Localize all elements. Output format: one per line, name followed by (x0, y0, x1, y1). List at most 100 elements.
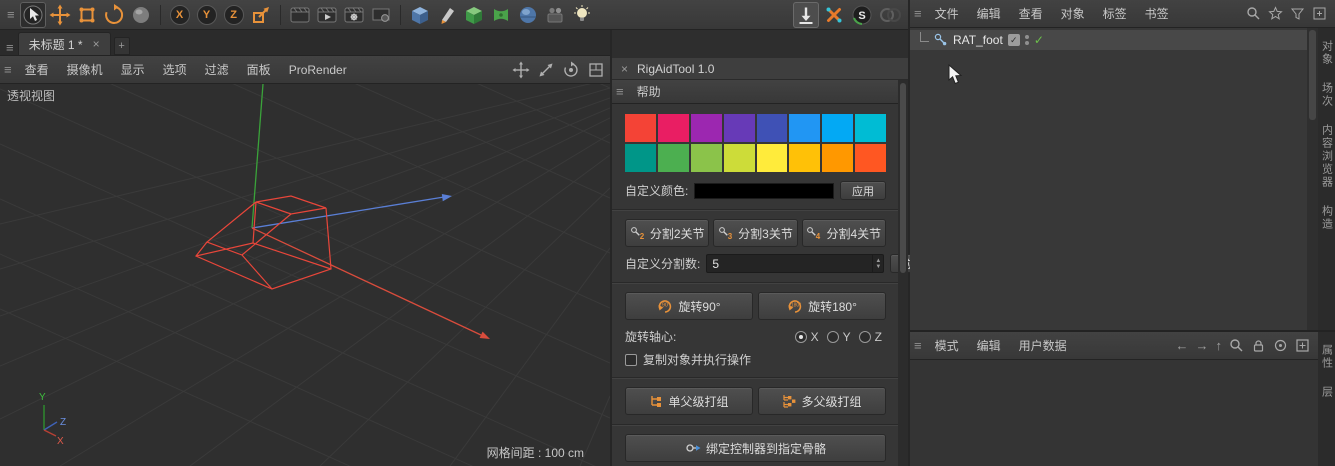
om-menu-tags[interactable]: 标签 (1094, 5, 1136, 22)
attr-menu-userdata[interactable]: 用户数据 (1010, 337, 1076, 354)
render-picture-viewer-button[interactable] (314, 2, 340, 28)
custom-split-input[interactable] (707, 255, 872, 272)
add-deformer-button[interactable] (488, 2, 514, 28)
add-scene-object-button[interactable] (542, 2, 568, 28)
document-tab[interactable]: 未标题 1 * × (18, 32, 111, 55)
lock-x-axis-button[interactable]: X (167, 2, 193, 28)
view-name-label[interactable]: 透视视图 (7, 87, 55, 104)
substance-button[interactable]: S (849, 2, 875, 28)
tab-takes[interactable]: 场次 (1319, 82, 1335, 108)
add-environment-button[interactable] (515, 2, 541, 28)
tab-content-browser[interactable]: 内容浏览器 (1319, 124, 1335, 189)
toolbar-grip-icon[interactable]: ≡ (3, 7, 19, 22)
object-manager-list[interactable]: RAT_foot ✓ ✓ (910, 28, 1307, 330)
palette-swatch[interactable] (822, 114, 853, 142)
rotate-tool-button[interactable] (101, 2, 127, 28)
up-level-icon[interactable]: ↑ (1216, 339, 1223, 352)
split-2-joints-button[interactable]: 2 分割2关节 (625, 219, 709, 247)
pan-view-button[interactable] (511, 60, 531, 80)
palette-swatch[interactable] (855, 114, 886, 142)
plugin-x-button[interactable] (821, 2, 847, 28)
spline-pen-button[interactable] (434, 2, 460, 28)
lock-z-axis-button[interactable]: Z (221, 2, 247, 28)
rotate-axis-z-radio[interactable] (859, 331, 871, 343)
rotate-90-button[interactable]: 90° 旋转90° (625, 292, 753, 320)
vp-menu-camera[interactable]: 摄像机 (58, 61, 112, 78)
viewport-grip-icon[interactable]: ≡ (2, 40, 18, 55)
palette-swatch[interactable] (757, 144, 788, 172)
object-manager-grip-icon[interactable]: ≡ (910, 6, 926, 21)
rotate-axis-x-radio[interactable] (795, 331, 807, 343)
vp-menu-filter[interactable]: 过滤 (196, 61, 238, 78)
history-forward-icon[interactable]: → (1196, 339, 1209, 352)
layout-panel-icon[interactable] (1312, 6, 1327, 21)
tab-attributes[interactable]: 属性 (1319, 344, 1335, 370)
vp-menu-view[interactable]: 查看 (16, 61, 58, 78)
object-manager-scrollbar[interactable] (1307, 28, 1318, 330)
palette-swatch[interactable] (691, 114, 722, 142)
spinner[interactable]: ▲ ▼ (872, 255, 883, 272)
attribute-manager-content[interactable] (910, 360, 1318, 466)
object-name[interactable]: RAT_foot (953, 33, 1003, 47)
apply-color-button[interactable]: 应用 (840, 181, 886, 200)
palette-swatch[interactable] (724, 144, 755, 172)
attr-menu-edit[interactable]: 编辑 (968, 337, 1010, 354)
add-light-button[interactable] (569, 2, 595, 28)
tab-structure[interactable]: 构造 (1319, 205, 1335, 231)
vp-menu-prorender[interactable]: ProRender (280, 63, 356, 77)
om-menu-bookmarks[interactable]: 书签 (1136, 5, 1178, 22)
palette-swatch[interactable] (625, 114, 656, 142)
palette-swatch[interactable] (658, 114, 689, 142)
palette-swatch[interactable] (658, 144, 689, 172)
vp-menu-display[interactable]: 显示 (112, 61, 154, 78)
rotate-axis-y-radio[interactable] (827, 331, 839, 343)
add-generator-button[interactable] (461, 2, 487, 28)
toggle-view-button[interactable] (586, 60, 606, 80)
attr-menu-mode[interactable]: 模式 (926, 337, 968, 354)
tab-layers[interactable]: 层 (1319, 386, 1335, 399)
last-tool-button[interactable] (128, 2, 154, 28)
add-panel-icon[interactable] (1295, 338, 1310, 353)
viewport-canvas[interactable]: Y Z X 透视视图 网格间距 : 100 cm (0, 84, 610, 466)
live-selection-tool-button[interactable] (20, 2, 46, 28)
palette-swatch[interactable] (691, 144, 722, 172)
om-menu-view[interactable]: 查看 (1010, 5, 1052, 22)
group-multi-parent-button[interactable]: 多父级打组 (758, 387, 886, 415)
interactive-render-region-button[interactable] (368, 2, 394, 28)
palette-swatch[interactable] (822, 144, 853, 172)
coordinate-system-button[interactable] (248, 2, 274, 28)
history-back-icon[interactable]: ← (1176, 339, 1189, 352)
lock-y-axis-button[interactable]: Y (194, 2, 220, 28)
zoom-view-button[interactable] (536, 60, 556, 80)
rotate-view-button[interactable] (561, 60, 581, 80)
om-menu-edit[interactable]: 编辑 (968, 5, 1010, 22)
group-single-parent-button[interactable]: 单父级打组 (625, 387, 753, 415)
palette-swatch[interactable] (724, 114, 755, 142)
tab-objects[interactable]: 对象 (1319, 40, 1335, 66)
scale-tool-button[interactable] (74, 2, 100, 28)
om-menu-objects[interactable]: 对象 (1052, 5, 1094, 22)
object-row-rat-foot[interactable]: RAT_foot ✓ ✓ (910, 30, 1307, 50)
rigaidtool-scrollbar[interactable] (898, 80, 908, 466)
vp-menu-panel[interactable]: 面板 (238, 61, 280, 78)
palette-swatch[interactable] (789, 114, 820, 142)
capture-button[interactable] (793, 2, 819, 28)
tab-close-icon[interactable]: × (93, 37, 100, 51)
disabled-tools-button[interactable] (877, 2, 903, 28)
render-view-button[interactable] (287, 2, 313, 28)
attribute-grip-icon[interactable]: ≡ (910, 338, 926, 353)
scrollbar-thumb[interactable] (900, 83, 906, 273)
palette-swatch[interactable] (855, 144, 886, 172)
om-menu-file[interactable]: 文件 (926, 5, 968, 22)
copy-object-checkbox[interactable] (625, 354, 637, 366)
palette-swatch[interactable] (625, 144, 656, 172)
filter-funnel-icon[interactable] (1290, 6, 1305, 21)
enabled-check-icon[interactable]: ✓ (1034, 33, 1044, 47)
rotate-180-button[interactable]: 180° 旋转180° (758, 292, 886, 320)
move-tool-button[interactable] (47, 2, 73, 28)
add-primitive-button[interactable] (407, 2, 433, 28)
custom-color-swatch[interactable] (694, 183, 834, 199)
bind-controller-button[interactable]: 绑定控制器到指定骨骼 (625, 434, 886, 462)
vp-menu-options[interactable]: 选项 (154, 61, 196, 78)
new-tab-button[interactable]: + (114, 37, 130, 55)
